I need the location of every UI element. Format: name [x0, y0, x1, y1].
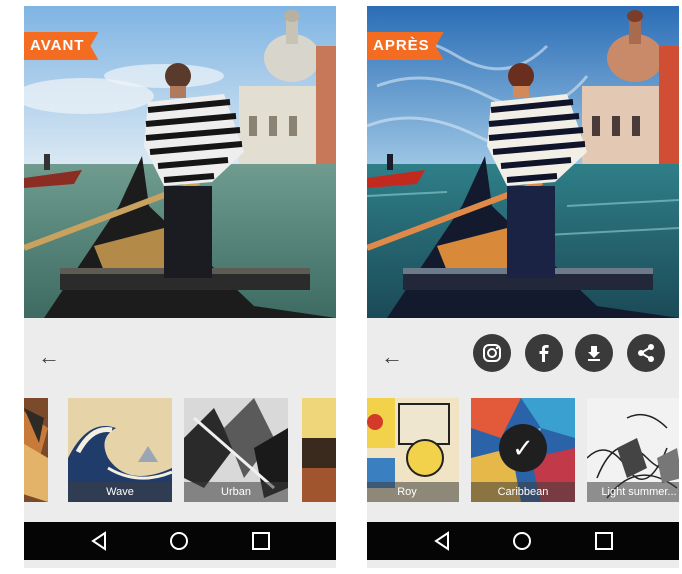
- recents-square-icon[interactable]: [250, 530, 272, 552]
- facebook-icon[interactable]: [525, 334, 563, 372]
- share-icon[interactable]: [627, 334, 665, 372]
- filter-thumbnail[interactable]: [24, 398, 48, 502]
- filter-controls: ←: [24, 318, 336, 396]
- recents-square-icon[interactable]: [593, 530, 615, 552]
- filter-thumbnail-label: Roy: [367, 482, 459, 502]
- share-controls: ←: [367, 318, 679, 396]
- filter-thumbnail-wave[interactable]: Wave: [68, 398, 172, 502]
- before-badge: AVANT: [24, 32, 98, 60]
- back-triangle-icon[interactable]: [431, 530, 453, 552]
- filter-thumbnail-urban[interactable]: Urban: [184, 398, 288, 502]
- filter-strip[interactable]: Wave Urban: [24, 396, 336, 522]
- filter-thumbnail-label: Urban: [184, 482, 288, 502]
- filter-thumbnail-roy[interactable]: Roy: [367, 398, 459, 502]
- download-icon[interactable]: [575, 334, 613, 372]
- back-arrow-icon[interactable]: ←: [36, 344, 62, 370]
- android-navbar: [367, 522, 679, 560]
- phone-after: APRÈS ← Roy ✓ Caribbean Light summer...: [367, 6, 679, 568]
- home-circle-icon[interactable]: [511, 530, 533, 552]
- filter-thumbnail-label: Caribbean: [471, 482, 575, 502]
- home-circle-icon[interactable]: [168, 530, 190, 552]
- filter-thumbnail[interactable]: [302, 398, 336, 502]
- filter-thumbnail-label: Wave: [68, 482, 172, 502]
- filter-thumbnail-label: Light summer...: [587, 482, 679, 502]
- instagram-icon[interactable]: [473, 334, 511, 372]
- filter-strip[interactable]: Roy ✓ Caribbean Light summer...: [367, 396, 679, 522]
- android-navbar: [24, 522, 336, 560]
- after-badge: APRÈS: [367, 32, 444, 60]
- back-triangle-icon[interactable]: [88, 530, 110, 552]
- selected-check-icon: ✓: [499, 424, 547, 472]
- phone-before: AVANT ← Wave Urban: [24, 6, 336, 568]
- filter-thumbnail-caribbean[interactable]: ✓ Caribbean: [471, 398, 575, 502]
- back-arrow-icon[interactable]: ←: [379, 344, 405, 370]
- filter-thumbnail-light-summer[interactable]: Light summer...: [587, 398, 679, 502]
